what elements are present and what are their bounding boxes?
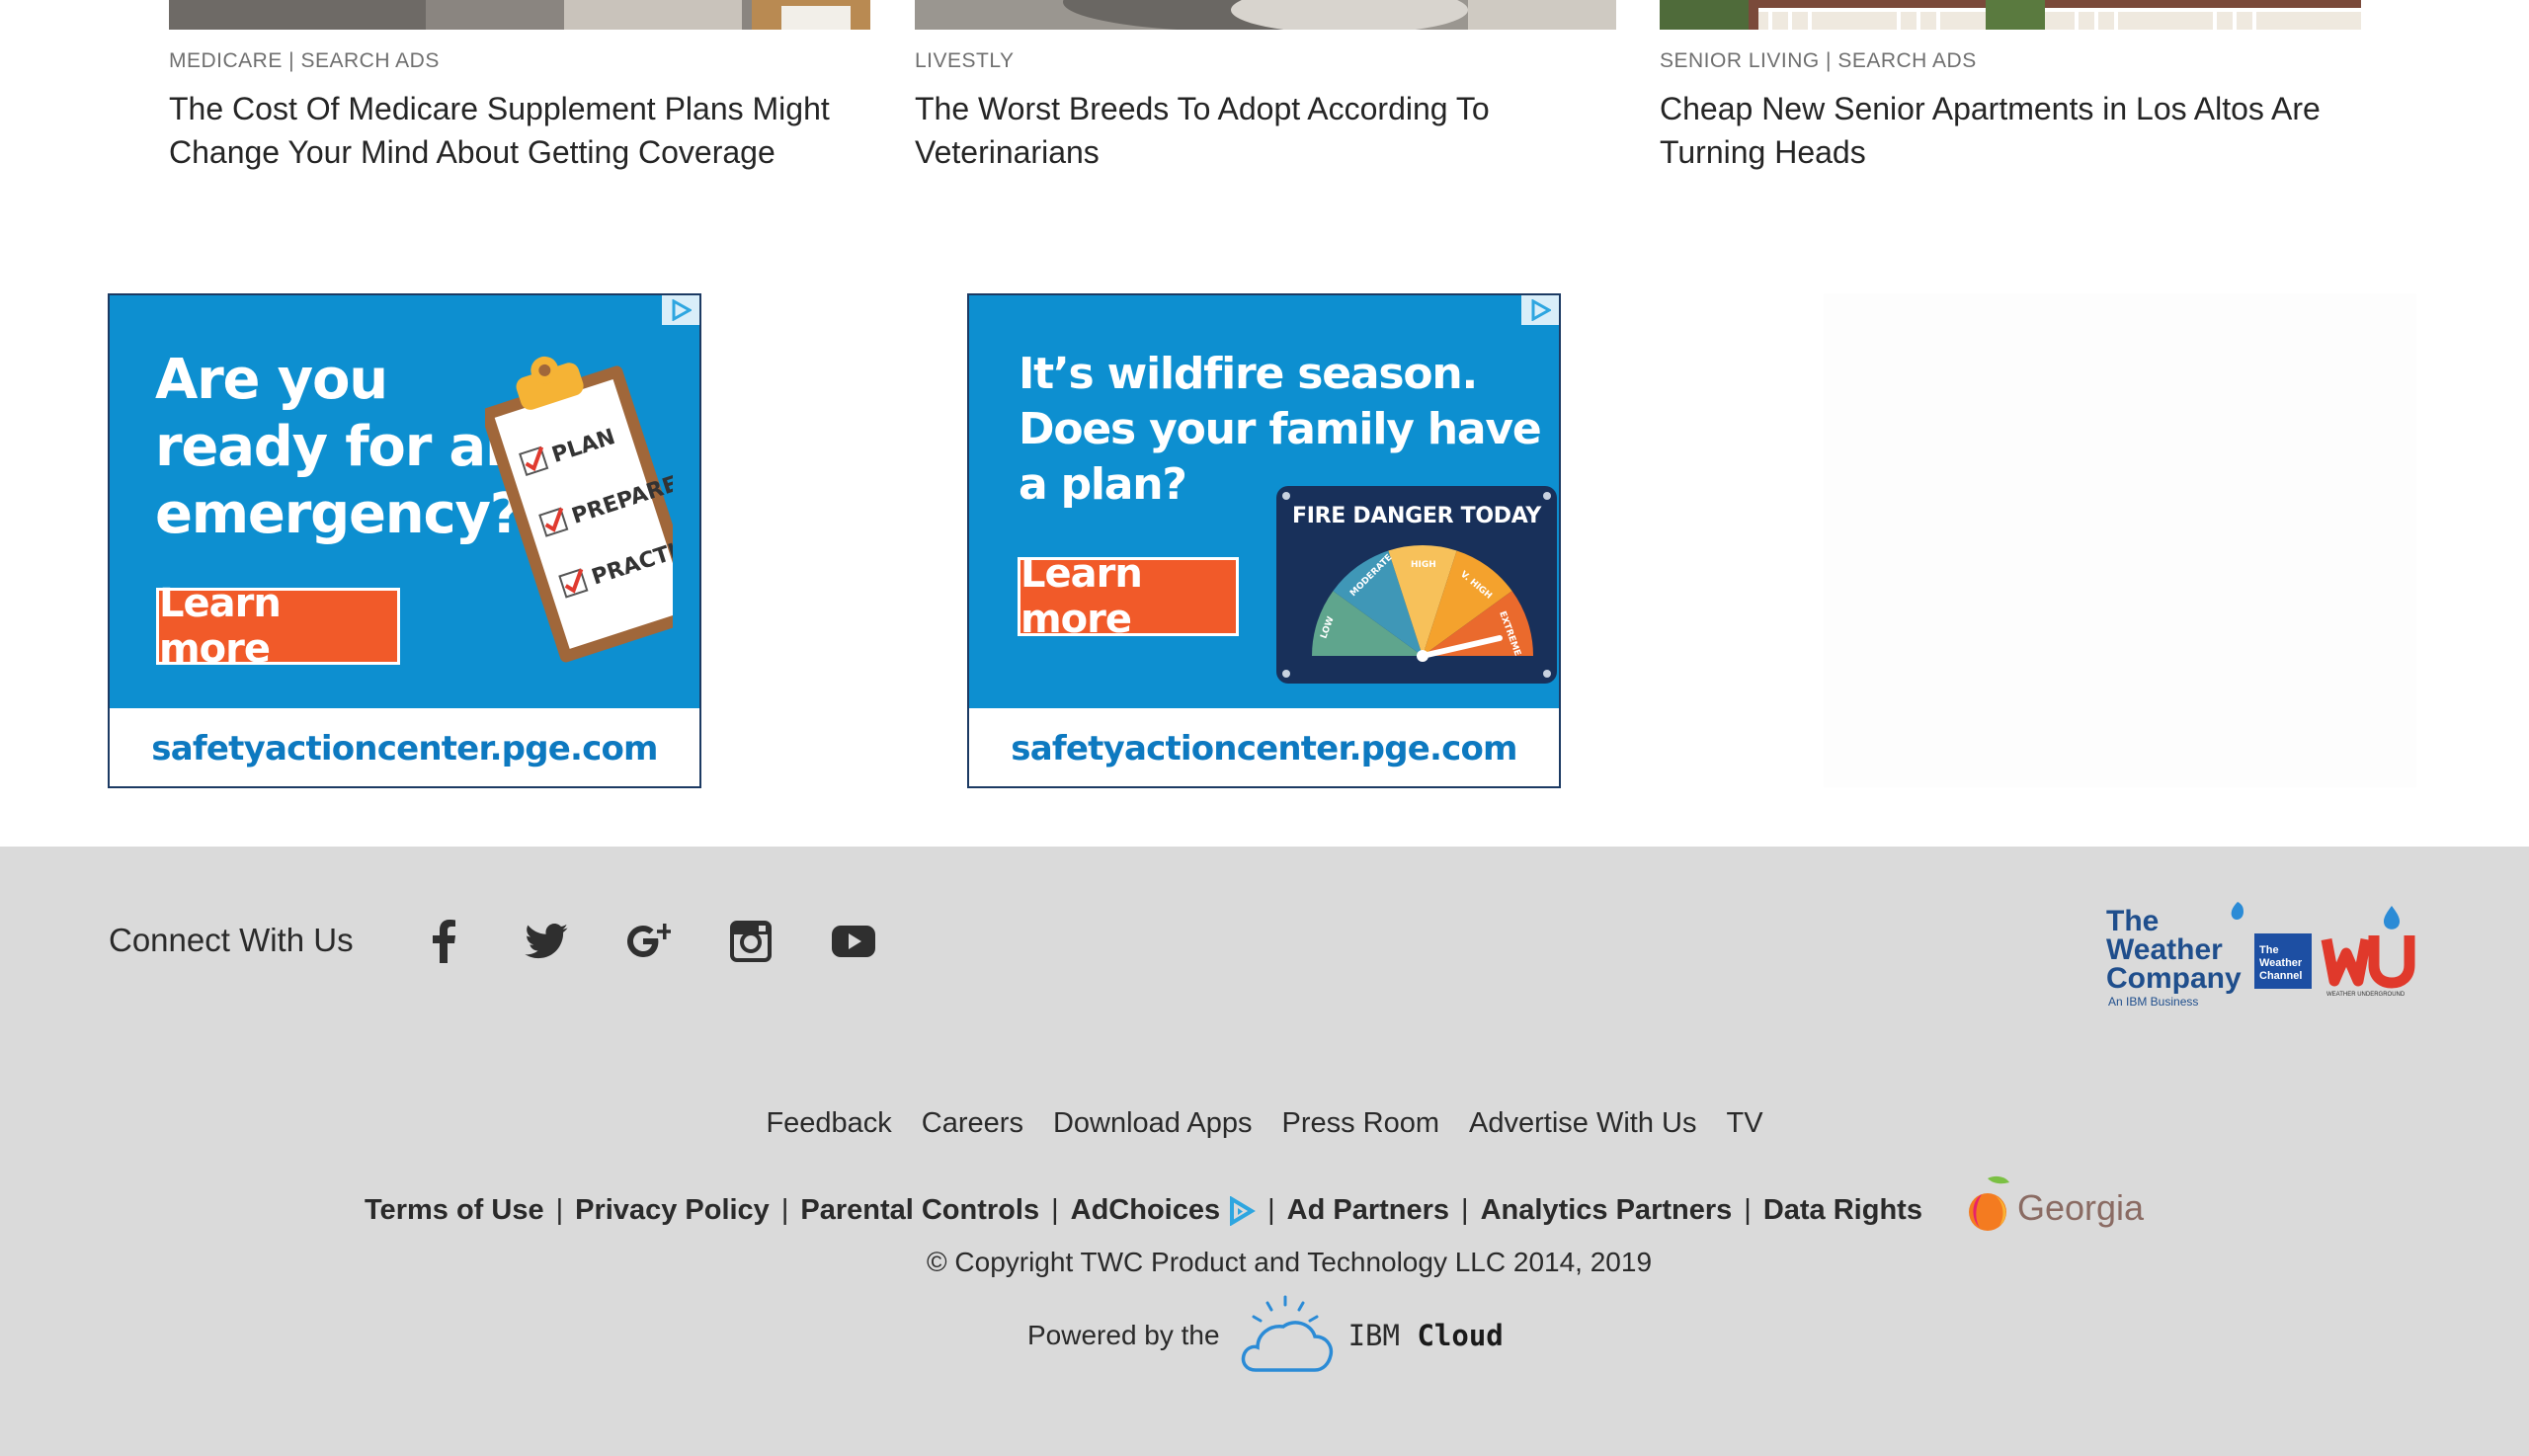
learn-more-button[interactable]: Learn more — [1018, 551, 1239, 642]
article-thumbnail[interactable] — [1660, 0, 2361, 30]
ad-url[interactable]: safetyactioncenter.pge.com — [969, 708, 1559, 786]
ad-creative[interactable]: Are you ready for an emergency? Learn mo… — [110, 295, 699, 708]
facebook-icon[interactable] — [416, 914, 471, 969]
emergency-ad[interactable]: Are you ready for an emergency? Learn mo… — [108, 293, 701, 788]
gauge-label: HIGH — [1411, 560, 1436, 570]
ad-headline-line: It’s wildfire season. — [1019, 349, 1478, 399]
the-weather-company-logo[interactable]: The Weather Company An IBM Business The … — [2099, 896, 2420, 1010]
learn-more-button[interactable]: Learn more — [156, 581, 400, 672]
separator: | — [555, 1194, 564, 1226]
wildfire-ad[interactable]: It’s wildfire season. Does your family h… — [967, 293, 1561, 788]
download-apps-link[interactable]: Download Apps — [1038, 1107, 1267, 1140]
twitter-icon[interactable] — [519, 914, 574, 969]
powered-by-ibm-cloud[interactable]: Powered by the IBM Cloud — [1027, 1293, 1504, 1378]
separator: | — [1267, 1194, 1275, 1226]
article-title[interactable]: The Cost Of Medicare Supplement Plans Mi… — [169, 87, 872, 174]
article-category: MEDICARE | SEARCH ADS — [169, 49, 440, 72]
fire-danger-gauge: FIRE DANGER TODAY LOW MODERATE HIGH V. H… — [1276, 486, 1557, 684]
adchoices-icon[interactable] — [662, 295, 699, 325]
ad-headline-line: Does your family have — [1019, 404, 1542, 454]
twc-logo-text: Company — [2106, 962, 2242, 995]
google-plus-icon[interactable] — [620, 914, 676, 969]
ad-headline: Are you ready for an emergency? — [155, 347, 525, 548]
connect-with-us-label: Connect With Us — [109, 922, 354, 958]
footer-legal-links: Terms of Use | Privacy Policy | Parental… — [365, 1194, 1922, 1227]
ad-headline-line: emergency? — [155, 482, 522, 546]
adchoices-icon[interactable] — [1521, 295, 1559, 325]
adchoices-icon — [1230, 1196, 1256, 1227]
careers-link[interactable]: Careers — [907, 1107, 1038, 1140]
tv-link[interactable]: TV — [1711, 1107, 1777, 1140]
ibm-label: IBM — [1347, 1319, 1400, 1352]
copyright-text: © Copyright TWC Product and Technology L… — [926, 1247, 1653, 1277]
youtube-icon[interactable] — [826, 914, 881, 969]
ad-headline-line: ready for an — [155, 415, 525, 479]
twc-channel-logo-text: Weather — [2259, 957, 2303, 969]
parental-controls-link[interactable]: Parental Controls — [800, 1194, 1039, 1227]
ibm-cloud-text: IBM Cloud — [1348, 1319, 1504, 1352]
footer-primary-links: Feedback Careers Download Apps Press Roo… — [0, 1107, 2529, 1140]
article-category: LIVESTLY — [915, 49, 1015, 72]
clipboard-icon: PLAN PREPARE PRACTICE — [485, 356, 673, 663]
article-title[interactable]: The Worst Breeds To Adopt According To V… — [915, 87, 1618, 174]
brand-logos[interactable]: The Weather Company An IBM Business The … — [2099, 896, 2420, 1010]
georgia-logo[interactable]: Georgia — [1966, 1173, 2163, 1242]
data-rights-link[interactable]: Data Rights — [1763, 1194, 1922, 1227]
ad-partners-link[interactable]: Ad Partners — [1287, 1194, 1449, 1227]
wu-logo-subtext: WEATHER UNDERGROUND — [2326, 992, 2406, 998]
cloud-label: Cloud — [1417, 1319, 1504, 1352]
powered-by-label: Powered by the — [1027, 1320, 1220, 1350]
site-footer: Connect With Us The Weather Company An I… — [0, 847, 2529, 1456]
article-thumbnail[interactable] — [915, 0, 1616, 30]
twc-logo-subtext: An IBM Business — [2108, 995, 2198, 1009]
georgia-logo-text: Georgia — [2017, 1187, 2145, 1228]
twc-channel-logo-text: The — [2259, 944, 2279, 956]
analytics-partners-link[interactable]: Analytics Partners — [1481, 1194, 1733, 1227]
separator: | — [1744, 1194, 1752, 1226]
privacy-policy-link[interactable]: Privacy Policy — [575, 1194, 770, 1227]
ad-url[interactable]: safetyactioncenter.pge.com — [110, 708, 699, 786]
twc-channel-logo-text: Channel — [2259, 970, 2302, 982]
separator: | — [1051, 1194, 1059, 1226]
instagram-icon[interactable] — [723, 914, 778, 969]
ibm-cloud-icon — [1241, 1295, 1333, 1372]
advertise-link[interactable]: Advertise With Us — [1454, 1107, 1711, 1140]
feedback-link[interactable]: Feedback — [751, 1107, 906, 1140]
terms-of-use-link[interactable]: Terms of Use — [365, 1194, 544, 1227]
separator: | — [780, 1194, 789, 1226]
adchoices-link[interactable]: AdChoices — [1071, 1194, 1256, 1227]
separator: | — [1461, 1194, 1469, 1226]
ad-creative[interactable]: It’s wildfire season. Does your family h… — [969, 295, 1559, 708]
article-title[interactable]: Cheap New Senior Apartments in Los Altos… — [1660, 87, 2363, 174]
press-room-link[interactable]: Press Room — [1266, 1107, 1454, 1140]
ad-slot-empty — [1824, 293, 2416, 787]
article-category: SENIOR LIVING | SEARCH ADS — [1660, 49, 1977, 72]
ad-headline-line: Are you — [155, 348, 388, 412]
adchoices-label: AdChoices — [1070, 1194, 1221, 1226]
article-thumbnail[interactable] — [169, 0, 870, 30]
